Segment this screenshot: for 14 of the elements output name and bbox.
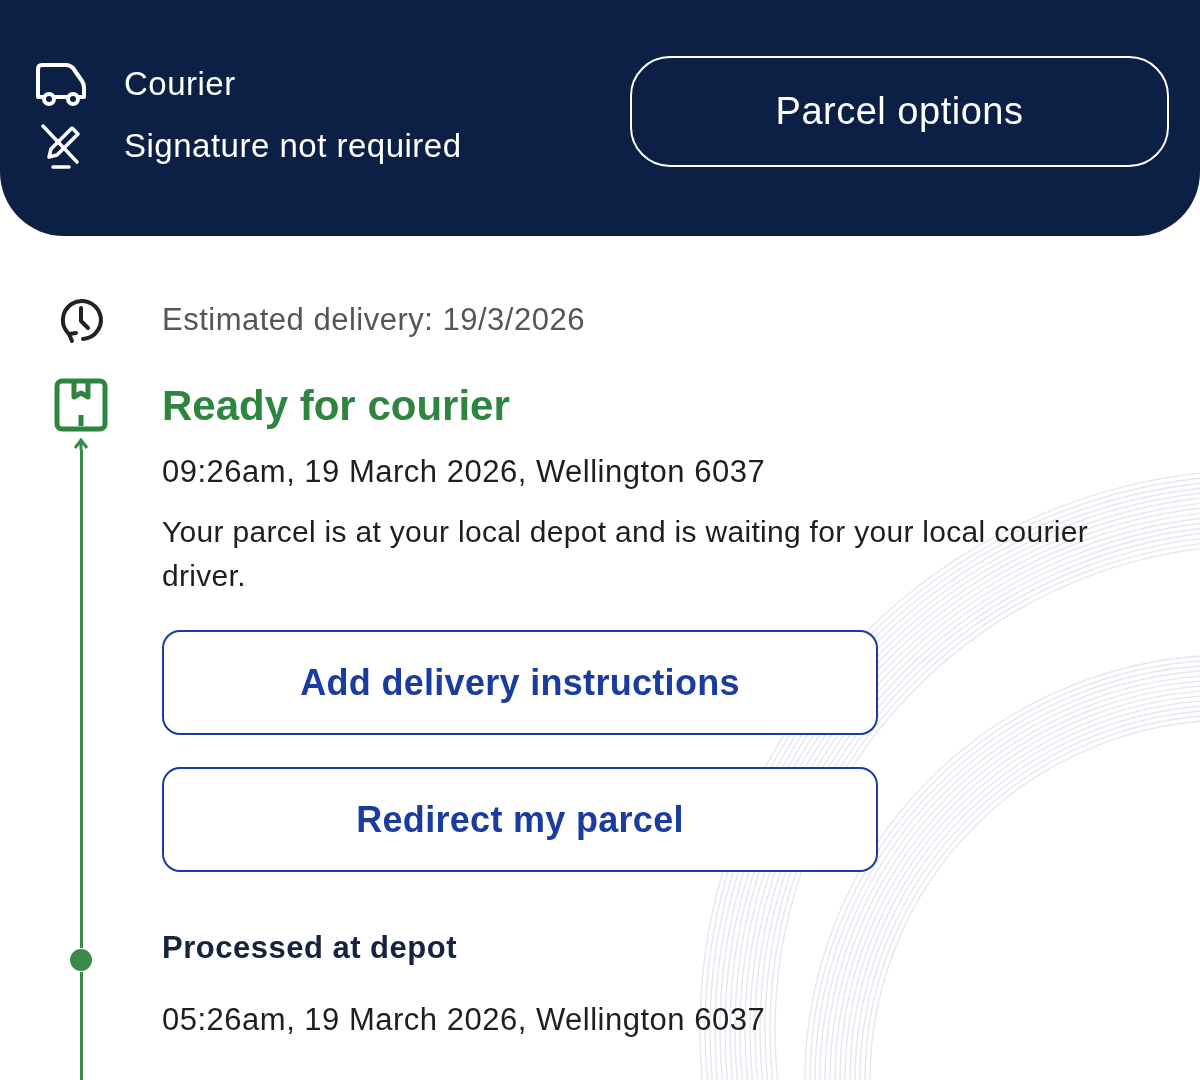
event-detail: 09:26am, 19 March 2026, Wellington 6037 [162, 453, 767, 491]
estimated-delivery: Estimated delivery: 19/3/2026 [162, 302, 585, 338]
service-label: Courier [124, 65, 236, 103]
crossed-pen-icon [39, 122, 83, 170]
event-title: Processed at depot [162, 929, 458, 967]
event-description: Your parcel is at your local depot and is waiting for your local courier driver. [162, 514, 1089, 594]
parcel-options-button[interactable]: Parcel options [630, 56, 1169, 167]
event-title: Ready for courier [162, 381, 511, 431]
event-detail: 05:26am, 19 March 2026, Wellington 6037 [162, 1001, 767, 1039]
service-label: Signature not required [124, 127, 462, 165]
action-button[interactable]: Redirect my parcel [162, 767, 878, 872]
van-icon [34, 61, 88, 107]
parcel-icon [54, 378, 108, 432]
action-button[interactable]: Add delivery instructions [162, 630, 878, 735]
